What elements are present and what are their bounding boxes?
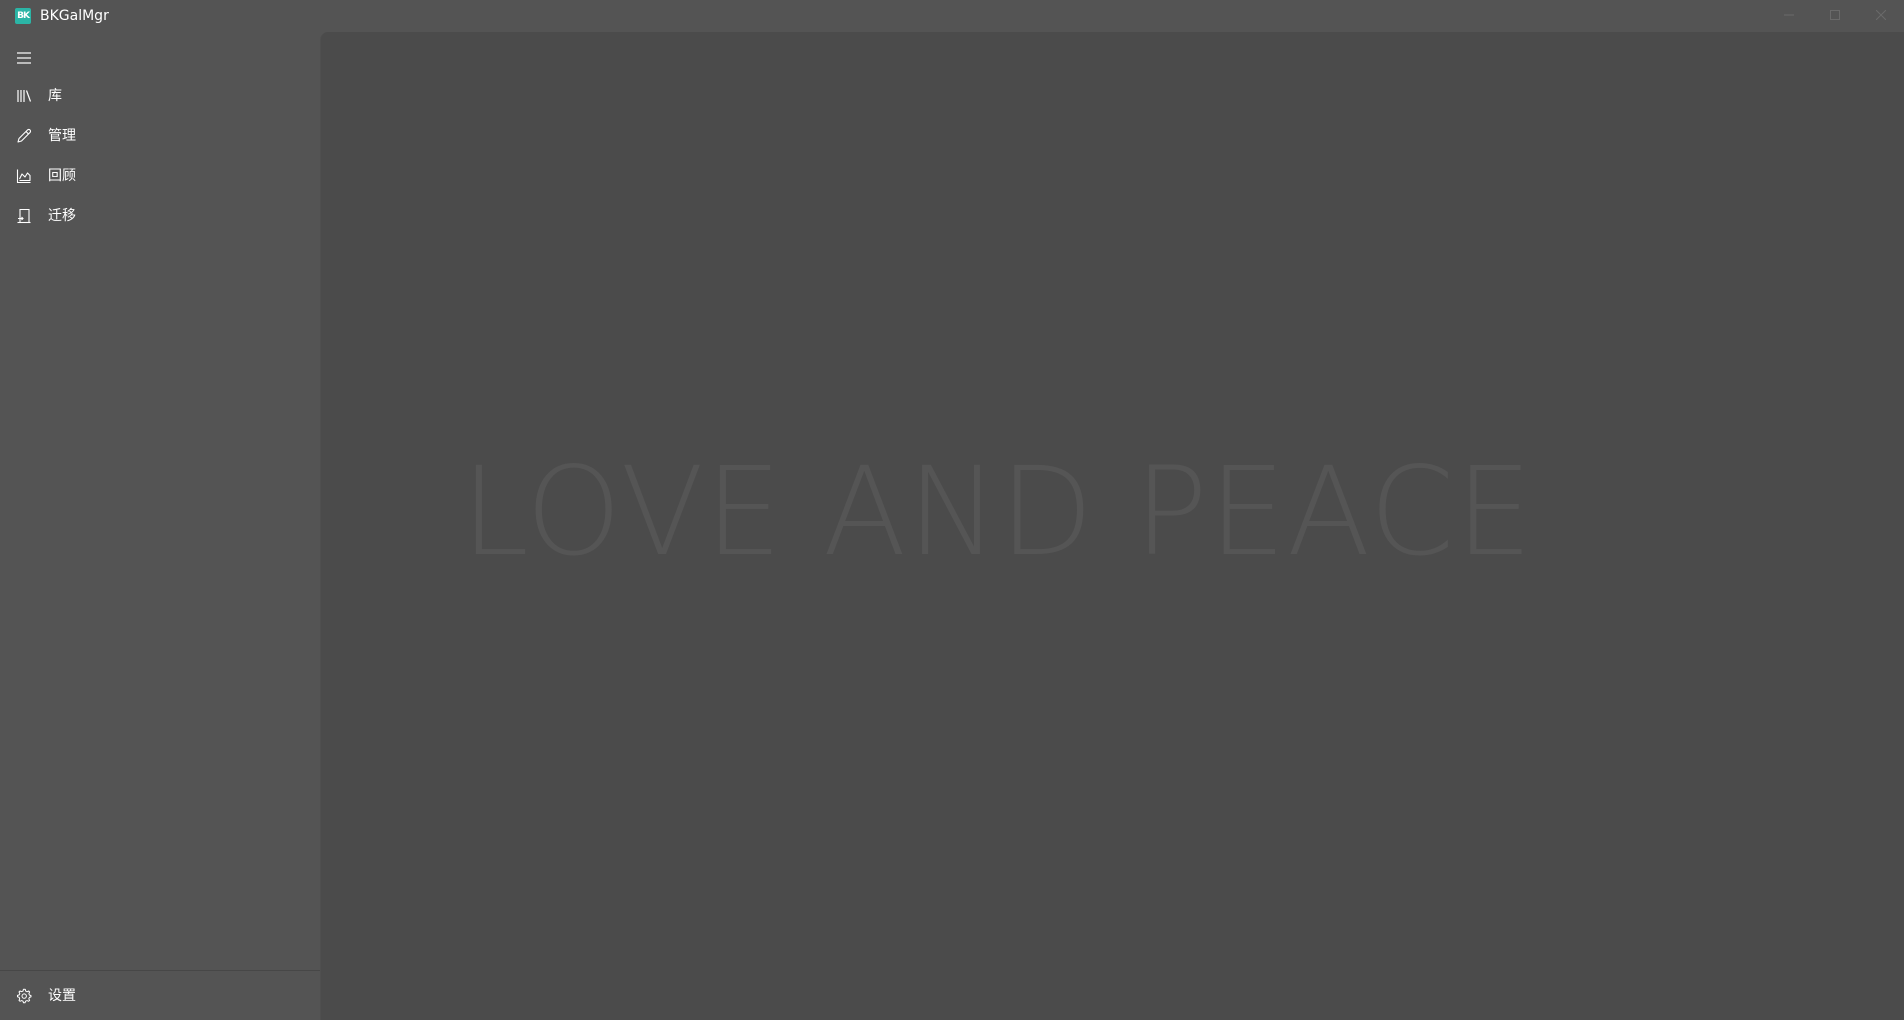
- maximize-button[interactable]: [1812, 0, 1858, 30]
- sidebar-item-library[interactable]: 库: [4, 78, 316, 114]
- hamburger-menu-icon: [17, 52, 31, 64]
- sidebar-nav: 库 管理 回顾 迁移 设置: [0, 32, 320, 1020]
- sidebar-toggle-button[interactable]: [4, 40, 44, 76]
- close-icon: [1876, 10, 1886, 20]
- sidebar-item-label: 迁移: [48, 208, 76, 224]
- migrate-icon: [4, 198, 44, 234]
- maximize-icon: [1830, 10, 1840, 20]
- sidebar-divider: [0, 970, 320, 971]
- app-title: BKGalMgr: [40, 8, 109, 24]
- sidebar-item-label: 库: [48, 88, 62, 104]
- watermark-text: LOVE AND PEACE: [461, 441, 1534, 583]
- sidebar-item-settings[interactable]: 设置: [4, 978, 316, 1014]
- main-content: LOVE AND PEACE: [320, 32, 1904, 1020]
- app-window: BK BKGalMgr 库 管理 回顾 迁移 设置 LOVE AND PEACE: [0, 0, 1904, 1020]
- sidebar-item-manage[interactable]: 管理: [4, 118, 316, 154]
- app-logo-icon: BK: [15, 8, 31, 24]
- sidebar-item-label: 管理: [48, 128, 76, 144]
- pencil-icon: [4, 118, 44, 154]
- sidebar-item-label: 设置: [48, 988, 76, 1004]
- title-bar[interactable]: BK BKGalMgr: [0, 0, 1904, 32]
- close-button[interactable]: [1858, 0, 1904, 30]
- sidebar-item-label: 回顾: [48, 168, 76, 184]
- minimize-icon: [1784, 14, 1794, 16]
- sidebar-item-migrate[interactable]: 迁移: [4, 198, 316, 234]
- minimize-button[interactable]: [1766, 0, 1812, 30]
- area-chart-icon: [4, 158, 44, 194]
- sidebar-item-review[interactable]: 回顾: [4, 158, 316, 194]
- gear-icon: [4, 978, 44, 1014]
- library-icon: [4, 78, 44, 114]
